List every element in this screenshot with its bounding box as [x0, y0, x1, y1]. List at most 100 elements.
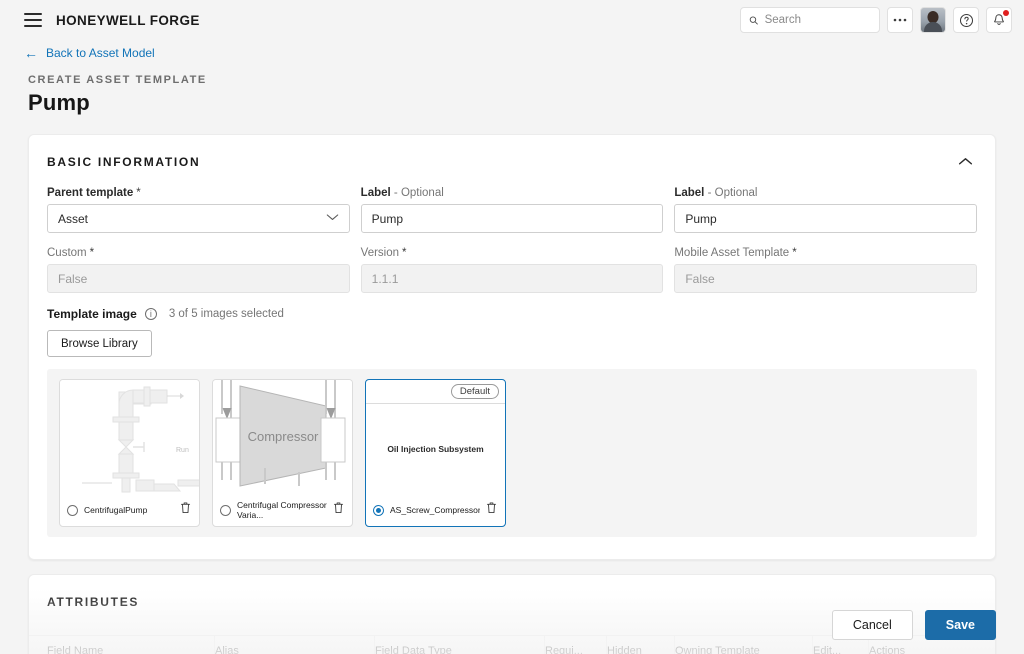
custom-field: False [47, 264, 350, 293]
version-field: 1.1.1 [360, 264, 664, 293]
label-input-2-wrap[interactable] [674, 204, 978, 233]
top-bar: HONEYWELL FORGE [0, 0, 1024, 40]
field-custom: Custom * False [47, 247, 350, 293]
delete-icon[interactable] [180, 501, 192, 519]
image-card-name: CentrifugalPump [84, 505, 148, 515]
page-eyebrow: CREATE ASSET TEMPLATE [28, 74, 207, 86]
field-label-parent-template: Parent template * [47, 187, 350, 199]
thumbnail-caption: Oil Injection Subsystem [387, 444, 484, 454]
template-image-header: Template image i 3 of 5 images selected [47, 307, 977, 321]
notification-badge-dot [1003, 10, 1009, 16]
back-arrow-icon: ← [24, 45, 38, 61]
column-header-hidden: Hidden [607, 636, 675, 654]
field-label-label-2: Label - Optional [674, 187, 977, 199]
attributes-title: ATTRIBUTES [47, 595, 140, 609]
save-button[interactable]: Save [924, 610, 996, 640]
label-input-2[interactable] [685, 211, 967, 226]
basic-information-panel: BASIC INFORMATION Parent template * Asset [28, 134, 996, 560]
label-text: Label [360, 187, 391, 199]
custom-value: False [58, 271, 88, 286]
column-header-alias: Alias [215, 636, 375, 654]
label-text: Mobile Asset Template [674, 247, 790, 259]
page-header: CREATE ASSET TEMPLATE Pump [0, 60, 1024, 116]
page-title: Pump [28, 90, 90, 115]
label-input-1-wrap[interactable] [360, 204, 664, 233]
thumbnail-pump-diagram: Run [60, 380, 199, 494]
column-header-field-name: Field Name [47, 636, 215, 654]
column-header-owning-template: Owning Template [675, 636, 813, 654]
form-row-1: Parent template* Asset Label - Optional [47, 187, 978, 233]
hamburger-icon[interactable] [24, 13, 42, 27]
search-input[interactable] [764, 14, 871, 26]
basic-information-title: BASIC INFORMATION [47, 155, 201, 169]
basic-information-header: BASIC INFORMATION [29, 135, 995, 171]
ellipsis-icon [893, 18, 907, 22]
parent-template-select[interactable]: Asset [47, 204, 350, 233]
image-card-radio-centrifugal-pump[interactable] [67, 504, 78, 516]
footer-actions: Cancel Save [831, 610, 996, 640]
thumbnail-compressor-diagram: Compressor [213, 380, 352, 494]
optional-marker: - Optional [707, 187, 758, 199]
collapse-section-button[interactable] [958, 153, 973, 171]
thumbnail-oil-injection-diagram: Oil Injection Subsystem [366, 404, 505, 494]
image-card-footer: AS_Screw_Compressor_Oil_Injected_V... [366, 494, 505, 526]
notifications-button[interactable] [986, 7, 1012, 33]
svg-text:Run: Run [176, 447, 189, 454]
default-badge-bar: Default [366, 380, 505, 404]
field-label-custom: Custom * [47, 247, 350, 259]
image-card-name: AS_Screw_Compressor_Oil_Injected_V... [390, 505, 480, 515]
version-value: 1.1.1 [371, 271, 399, 286]
chevron-down-icon [326, 213, 339, 224]
browse-library-button[interactable]: Browse Library [47, 330, 152, 357]
parent-template-value: Asset [58, 211, 89, 226]
template-image-title: Template image [47, 307, 137, 321]
label-text: Label [674, 187, 705, 199]
image-card-radio-oil-injection-subsystem[interactable] [373, 504, 384, 516]
required-marker: * [136, 187, 141, 199]
cancel-button[interactable]: Cancel [831, 610, 913, 640]
image-card-footer: Centrifugal Compressor Varia... [213, 494, 352, 526]
field-label-label-1: Label - Optional [361, 187, 664, 199]
required-marker: * [89, 247, 95, 259]
field-label-version: Version * [361, 247, 664, 259]
label-input-1[interactable] [371, 211, 653, 226]
column-header-field-data-type: Field Data Type [375, 636, 545, 654]
image-card-oil-injection-subsystem[interactable]: Default Oil Injection Subsystem AS_Screw… [365, 379, 506, 527]
template-image-tray: Run CentrifugalPump Compressor Centrifug… [47, 369, 977, 537]
field-version: Version * 1.1.1 [360, 247, 664, 293]
delete-icon[interactable] [333, 501, 345, 519]
back-link-label: Back to Asset Model [46, 46, 155, 60]
app-root: HONEYWELL FORGE Search ← Back to Asset M… [0, 0, 1024, 654]
optional-marker: - Optional [393, 187, 444, 199]
avatar[interactable] [920, 7, 946, 33]
help-icon [959, 13, 973, 27]
delete-icon[interactable] [486, 501, 498, 519]
pump-diagram-icon: Run [82, 386, 199, 493]
search-icon [749, 15, 758, 25]
chevron-up-icon [958, 158, 973, 165]
default-badge: Default [450, 384, 499, 399]
avatar-image [921, 8, 945, 32]
required-marker: * [792, 247, 797, 259]
field-label-mobile-asset-template: Mobile Asset Template * [674, 247, 977, 259]
label-text: Parent template [47, 187, 134, 199]
back-to-asset-model-link[interactable]: ← Back to Asset Model [0, 40, 1024, 60]
search-box[interactable] [740, 7, 880, 33]
column-header-required: Requi... [545, 636, 607, 654]
label-text: Version [360, 247, 400, 259]
field-label-1: Label - Optional [360, 187, 664, 233]
info-icon[interactable]: i [144, 308, 157, 320]
field-parent-template: Parent template * Asset [47, 187, 350, 233]
mobile-asset-template-value: False [685, 271, 715, 286]
help-button[interactable] [953, 7, 979, 33]
more-options-button[interactable] [887, 7, 913, 33]
mobile-asset-template-field: False [674, 264, 978, 293]
image-card-centrifugal-pump[interactable]: Run CentrifugalPump [59, 379, 200, 527]
image-card-name: Centrifugal Compressor Varia... [237, 500, 327, 520]
image-card-centrifugal-compressor[interactable]: Compressor Centrifugal Compressor Varia.… [212, 379, 353, 527]
label-text: Custom [47, 247, 87, 259]
field-label-2: Label - Optional [674, 187, 978, 233]
compressor-diagram-icon: Compressor [215, 380, 346, 487]
image-card-radio-centrifugal-compressor[interactable] [220, 504, 231, 516]
template-image-count: 3 of 5 images selected [168, 308, 284, 320]
